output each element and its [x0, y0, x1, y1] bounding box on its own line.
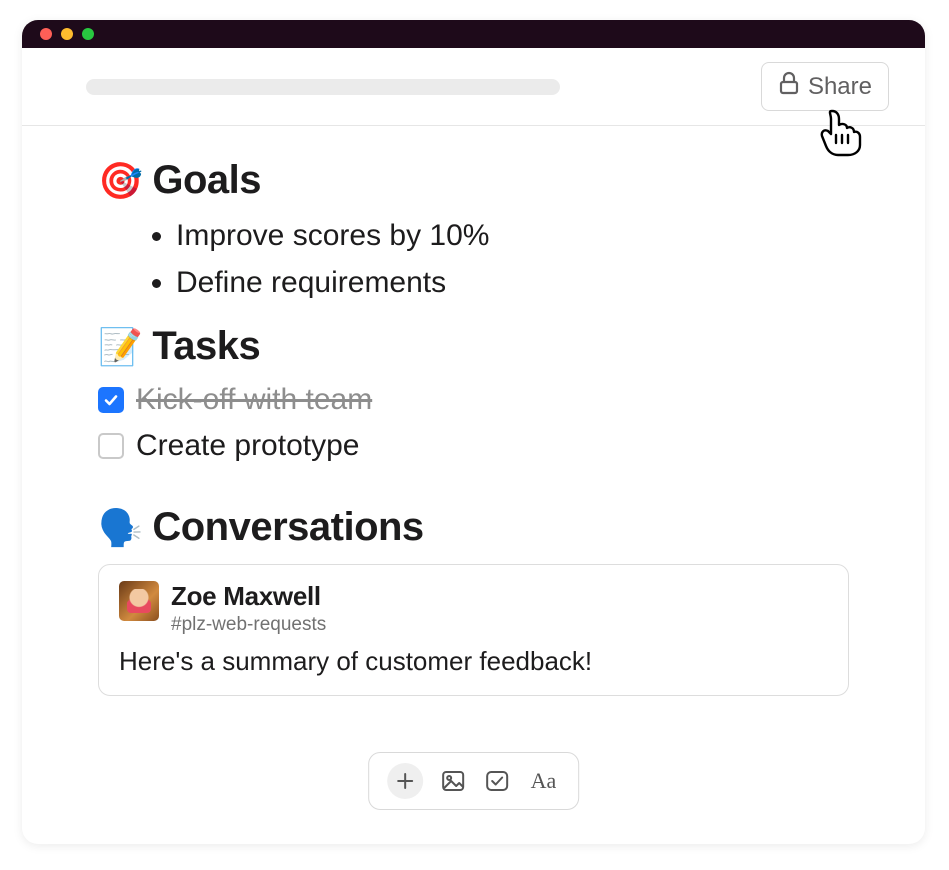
- conversations-title: Conversations: [152, 505, 423, 550]
- text-format-icon[interactable]: Aa: [527, 768, 561, 794]
- task-row[interactable]: Create prototype: [98, 425, 849, 471]
- document-body[interactable]: 🎯 Goals Improve scores by 10% Define req…: [22, 126, 925, 696]
- image-icon[interactable]: [439, 767, 467, 795]
- lock-icon: [778, 71, 800, 102]
- conversations-heading: 🗣️ Conversations: [98, 505, 849, 550]
- add-button[interactable]: [387, 763, 423, 799]
- goals-list: Improve scores by 10% Define requirement…: [98, 213, 849, 306]
- window-titlebar: [22, 20, 925, 48]
- share-button[interactable]: Share: [761, 62, 889, 111]
- checkbox-unchecked-icon[interactable]: [98, 433, 124, 459]
- window-minimize-icon[interactable]: [61, 28, 73, 40]
- task-label: Create prototype: [136, 429, 359, 463]
- list-item[interactable]: Define requirements: [176, 260, 849, 307]
- task-label: Kick-off with team: [136, 383, 372, 417]
- document-toolbar: Share: [22, 48, 925, 126]
- goals-title: Goals: [152, 158, 261, 203]
- formatting-toolbar: Aa: [368, 752, 580, 810]
- target-icon: 🎯: [98, 160, 142, 202]
- checklist-icon[interactable]: [483, 767, 511, 795]
- checkbox-checked-icon[interactable]: [98, 387, 124, 413]
- goals-heading: 🎯 Goals: [98, 158, 849, 203]
- message-author: Zoe Maxwell: [171, 581, 326, 612]
- tasks-heading: 📝 Tasks: [98, 324, 849, 369]
- speaking-head-icon: 🗣️: [98, 507, 142, 549]
- message-body: Here's a summary of customer feedback!: [119, 646, 828, 677]
- list-item[interactable]: Improve scores by 10%: [176, 213, 849, 260]
- task-row[interactable]: Kick-off with team: [98, 379, 849, 425]
- window-zoom-icon[interactable]: [82, 28, 94, 40]
- memo-icon: 📝: [98, 326, 142, 368]
- message-channel: #plz-web-requests: [171, 614, 326, 636]
- canvas-window: Share 🎯 Goals Improve scores by 10% Defi…: [22, 20, 925, 844]
- window-close-icon[interactable]: [40, 28, 52, 40]
- tasks-title: Tasks: [152, 324, 260, 369]
- avatar: [119, 581, 159, 621]
- message-card[interactable]: Zoe Maxwell #plz-web-requests Here's a s…: [98, 564, 849, 696]
- document-title-placeholder[interactable]: [86, 79, 560, 95]
- share-label: Share: [808, 73, 872, 101]
